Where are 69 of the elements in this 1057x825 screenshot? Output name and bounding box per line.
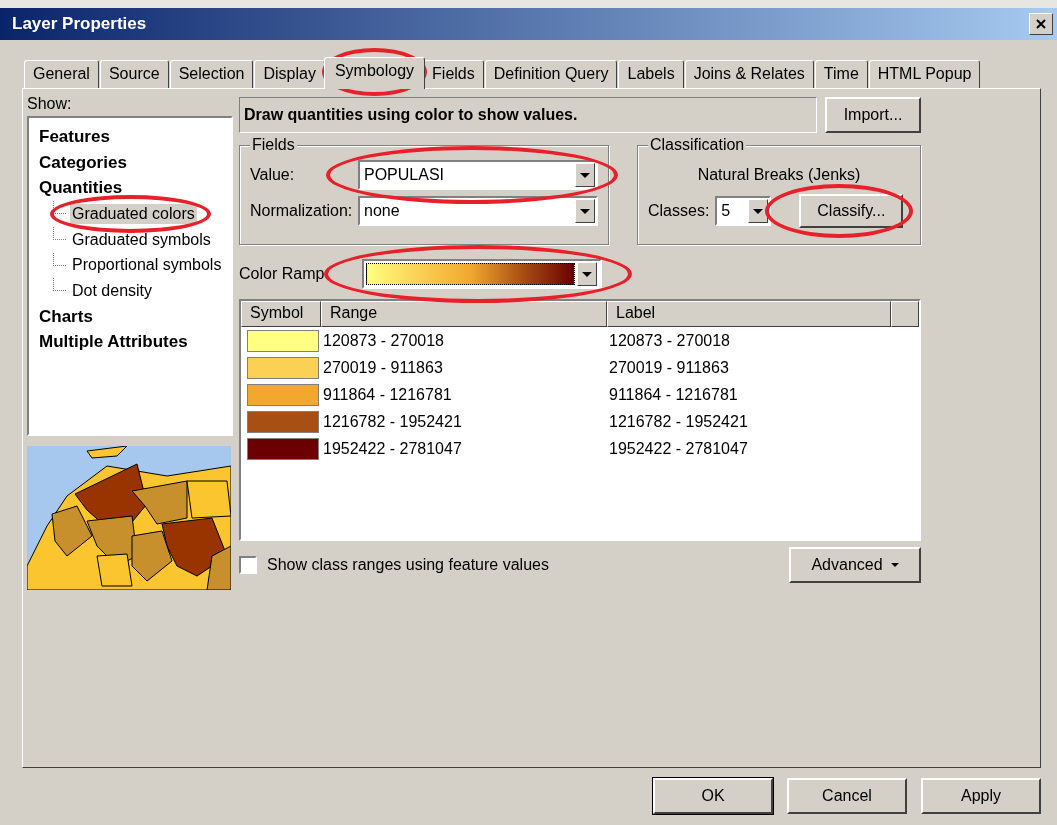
tab[interactable]: Definition Query: [484, 60, 618, 88]
show-label: Show:: [27, 94, 72, 114]
description-text: Draw quantities using color to show values.: [239, 97, 817, 133]
method-text: Natural Breaks (Jenks): [697, 166, 861, 184]
caret-icon: [753, 208, 764, 214]
import-button[interactable]: Import...: [825, 97, 921, 133]
color-swatch[interactable]: [247, 410, 319, 433]
color-swatch[interactable]: [247, 329, 319, 352]
dropdown-button[interactable]: [577, 262, 597, 286]
dialog-button[interactable]: Cancel: [787, 778, 907, 814]
color-swatch[interactable]: [247, 383, 319, 406]
advanced-button[interactable]: Advanced: [789, 547, 921, 583]
dialog-button[interactable]: OK: [653, 778, 773, 814]
checkbox[interactable]: [239, 556, 257, 574]
dialog-button[interactable]: Apply: [921, 778, 1041, 814]
caret-icon: [890, 563, 899, 567]
table-cell: 1216782 - 1952421: [609, 412, 748, 431]
column-header[interactable]: Range: [321, 301, 607, 327]
color-swatch[interactable]: [247, 437, 319, 460]
classify-button[interactable]: Classify...: [799, 194, 904, 228]
tab[interactable]: Fields: [423, 60, 484, 88]
table-cell: 911864 - 1216781: [609, 385, 738, 404]
caret-icon: [582, 271, 592, 277]
tab[interactable]: Symbology: [323, 57, 426, 89]
color-swatch[interactable]: [247, 356, 319, 379]
tree-item[interactable]: Multiple Attributes: [37, 331, 190, 354]
table-cell-text: 911864 - 1216781: [323, 385, 453, 404]
field-label: Value:: [250, 166, 295, 184]
tab[interactable]: Source: [99, 60, 169, 88]
tab[interactable]: Display: [254, 60, 325, 88]
table-cell-text: 270019 - 911863: [323, 358, 444, 377]
classes-dropdown[interactable]: 5: [715, 196, 772, 226]
tab[interactable]: Labels: [618, 60, 684, 88]
tab[interactable]: Selection: [169, 60, 254, 88]
tab[interactable]: Joins & Relates: [684, 60, 814, 88]
dropdown-field[interactable]: POPULASI: [358, 160, 598, 190]
tab[interactable]: Time: [814, 60, 868, 88]
tab[interactable]: HTML Popup: [868, 60, 981, 88]
dropdown-field[interactable]: none: [358, 196, 598, 226]
table-cell-text: 120873 - 270018: [323, 331, 445, 350]
table-cell-text: 1952422 - 2781047: [323, 439, 463, 458]
tree-item[interactable]: Dot density: [70, 280, 155, 301]
table-cell-text: 1216782 - 1952421: [323, 412, 463, 431]
field-label: Color Ramp: [239, 265, 326, 283]
dropdown-button[interactable]: [748, 199, 769, 223]
checkbox-label: Show class ranges using feature values: [267, 556, 549, 574]
tab[interactable]: General: [24, 60, 99, 88]
caret-icon: [580, 208, 590, 214]
tree-item[interactable]: Categories: [37, 151, 129, 174]
tree-item[interactable]: Graduated colors: [70, 203, 197, 224]
field-label: Normalization:: [250, 202, 353, 220]
window-title: Layer Properties: [12, 14, 147, 34]
tree-item[interactable]: Charts: [37, 305, 95, 328]
close-icon: [1036, 19, 1046, 29]
caret-icon: [580, 172, 590, 178]
field-label: Classes:: [648, 202, 710, 220]
tree-item[interactable]: Proportional symbols: [70, 255, 224, 276]
tree-item[interactable]: Features: [37, 125, 112, 148]
column-header[interactable]: Label: [607, 301, 891, 327]
dropdown-button[interactable]: [575, 199, 595, 223]
column-header[interactable]: Symbol: [241, 301, 321, 327]
tree-item[interactable]: Quantities: [37, 177, 125, 200]
dropdown-button[interactable]: [575, 163, 595, 187]
tree-item[interactable]: Graduated symbols: [70, 229, 213, 250]
color-ramp-dropdown[interactable]: [362, 259, 602, 289]
table-cell: 120873 - 270018: [609, 331, 730, 350]
table-cell: 1952422 - 2781047: [609, 439, 748, 458]
table-cell: 270019 - 911863: [609, 358, 729, 377]
close-button[interactable]: [1029, 13, 1053, 35]
